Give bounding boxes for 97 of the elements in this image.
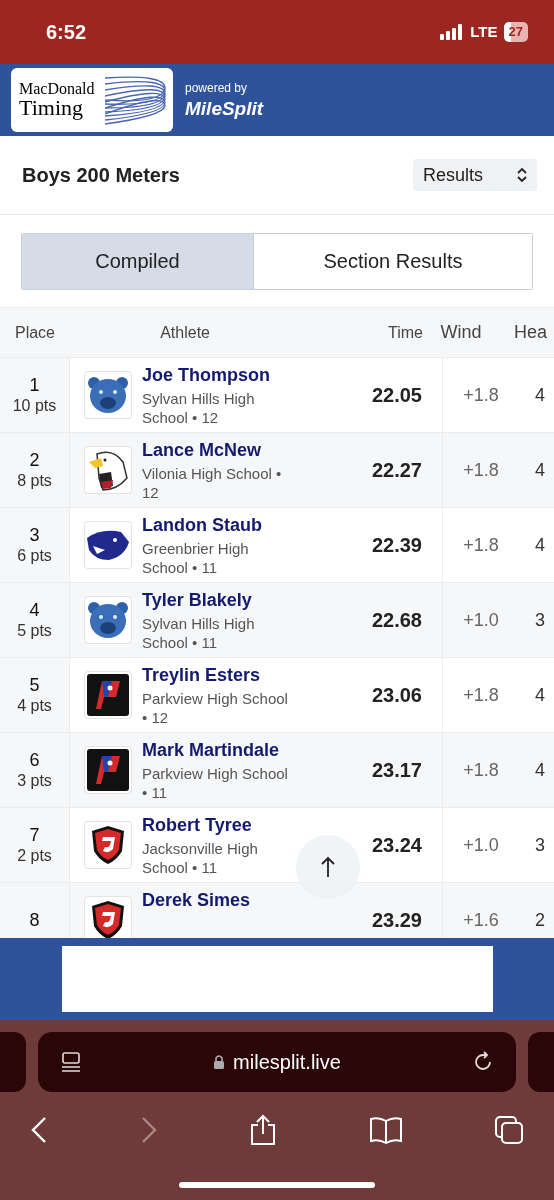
points-text: 10 pts <box>12 396 57 417</box>
points-text: 5 pts <box>17 621 52 642</box>
school-text: Sylvan Hills High School • 12 <box>142 388 256 428</box>
bookmarks-button[interactable] <box>368 1116 403 1144</box>
tabs-icon <box>494 1115 524 1145</box>
wind-cell-text: +1.8 <box>462 758 500 782</box>
heat-cell-text: 4 <box>534 458 545 482</box>
athlete-name-link[interactable]: Treylin Esters <box>142 664 292 687</box>
time-cell-text: 23.29 <box>370 908 423 933</box>
points-text: 6 pts <box>17 546 52 567</box>
forward-icon <box>139 1116 158 1144</box>
parkview-logo-icon <box>86 673 130 717</box>
tabs-button[interactable] <box>494 1115 524 1145</box>
column-header: Time <box>387 322 423 343</box>
time-cell-text: 22.68 <box>370 608 423 633</box>
place-number: 2 <box>29 448 40 472</box>
time-cell-text: 23.24 <box>370 833 423 858</box>
reload-icon <box>472 1051 494 1073</box>
address-bar[interactable]: milesplit.live <box>38 1032 516 1092</box>
signal-icon <box>440 24 465 40</box>
column-header: Place <box>14 322 56 343</box>
network-label: LTE <box>470 21 498 42</box>
school-text: Greenbrier High School • 11 <box>142 538 250 578</box>
school-text: Parkview High School • 11 <box>142 763 289 803</box>
previous-tab-edge <box>0 1032 26 1092</box>
place-number: 7 <box>29 823 40 847</box>
back-button[interactable] <box>30 1116 48 1144</box>
bear-icon <box>86 600 130 640</box>
parkview-logo-icon <box>86 748 130 792</box>
lock-icon <box>213 1054 226 1070</box>
heat-cell-text: 4 <box>534 683 545 707</box>
heat-cell-text: 4 <box>534 383 545 407</box>
next-tab-edge <box>528 1032 554 1092</box>
athlete-name-link[interactable]: Landon Staub <box>142 514 292 537</box>
battery-indicator: 27 <box>503 22 528 42</box>
athlete-name-link[interactable]: Derek Simes <box>142 889 292 912</box>
wind-cell-text: +1.8 <box>462 683 500 707</box>
share-icon <box>249 1114 277 1146</box>
column-header: Hea <box>513 321 548 344</box>
points-text: 2 pts <box>17 846 52 867</box>
logo-text: MacDonald <box>19 81 95 97</box>
view-select[interactable]: Results <box>413 159 537 191</box>
track-lines-icon <box>105 74 167 126</box>
place-number: 3 <box>29 523 40 547</box>
arrow-up-icon <box>321 856 335 878</box>
place-number: 4 <box>29 598 40 622</box>
place-number: 8 <box>29 908 40 932</box>
wind-cell-text: +1.6 <box>462 908 500 932</box>
school-text: Parkview High School • 12 <box>142 688 289 728</box>
url-text: milesplit.live <box>233 1050 341 1075</box>
athlete-name-link[interactable]: Lance McNew <box>142 439 292 462</box>
column-header: Wind <box>439 321 483 344</box>
heat-cell-text: 3 <box>534 833 545 857</box>
place-number: 6 <box>29 748 40 772</box>
book-icon <box>368 1116 403 1144</box>
heat-cell-text: 4 <box>534 758 545 782</box>
athlete-name-link[interactable]: Mark Martindale <box>142 739 292 762</box>
time-cell-text: 22.05 <box>370 383 423 408</box>
wind-cell-text: +1.8 <box>462 533 500 557</box>
wind-cell-text: +1.8 <box>462 458 500 482</box>
time-cell-text: 23.06 <box>370 683 423 708</box>
heat-cell-text: 4 <box>534 533 545 557</box>
event-title: Boys 200 Meters <box>22 163 180 188</box>
time-cell-text: 22.39 <box>370 533 423 558</box>
bear-icon <box>86 375 130 415</box>
powered-by-text: powered by <box>185 80 249 98</box>
wind-cell-text: +1.8 <box>462 383 500 407</box>
column-header: Athlete <box>159 322 210 343</box>
time-cell-text: 22.27 <box>370 458 423 483</box>
chevron-updown-icon <box>516 167 528 183</box>
back-icon <box>30 1116 48 1144</box>
tab[interactable]: Compiled <box>22 233 253 289</box>
wind-cell-text: +1.0 <box>462 608 500 632</box>
share-button[interactable] <box>249 1114 277 1146</box>
points-text: 8 pts <box>17 471 52 492</box>
time-cell-text: 23.17 <box>370 758 423 783</box>
forward-button[interactable] <box>139 1116 158 1144</box>
school-text: Jacksonville High School • 11 <box>142 838 259 878</box>
eagle-icon <box>87 448 129 492</box>
logo-text: Timing <box>19 97 84 119</box>
athlete-name-link[interactable]: Robert Tyree <box>142 814 292 837</box>
tab[interactable]: Section Results <box>253 233 532 289</box>
athlete-name-link[interactable]: Tyler Blakely <box>142 589 292 612</box>
place-number: 5 <box>29 673 40 697</box>
points-text: 3 pts <box>17 771 52 792</box>
reader-icon <box>60 1051 82 1073</box>
shield-icon <box>91 825 125 865</box>
heat-cell-text: 3 <box>534 608 545 632</box>
wind-cell-text: +1.0 <box>462 833 500 857</box>
clock: 6:52 <box>46 20 87 45</box>
heat-cell-text: 2 <box>534 908 545 932</box>
school-text: Sylvan Hills High School • 11 <box>142 613 256 653</box>
place-number: 1 <box>29 373 40 397</box>
school-text: Vilonia High School • 12 <box>142 463 283 503</box>
points-text: 4 pts <box>17 696 52 717</box>
athlete-name-link[interactable]: Joe Thompson <box>142 364 292 387</box>
milesplit-logo: MileSplit <box>185 97 264 121</box>
